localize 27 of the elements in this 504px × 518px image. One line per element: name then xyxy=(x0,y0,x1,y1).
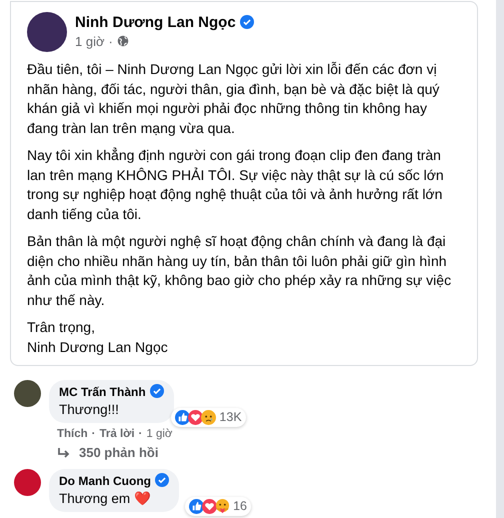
comment-text: Thương!!! xyxy=(59,401,120,418)
separator-dot: · xyxy=(108,34,113,49)
signoff-line: Trân trọng, xyxy=(27,318,96,337)
commenter-name-link[interactable]: Do Manh Cuong xyxy=(59,474,151,488)
post-paragraph: Đầu tiên, tôi – Ninh Dương Lan Ngọc gửi lời xin lỗi đến các đơn vị nhãn hàng, đối tác, người thân, gia đình, bạn bè và đặc biệt là quý khán giả vì khiến mọi người phải đọc những thông tin không hay đang tràn lan trên mạng vừa qua. xyxy=(27,60,440,138)
reaction-summary[interactable]: 16 xyxy=(185,497,251,516)
view-replies-link[interactable]: 350 phản hồi xyxy=(79,445,158,461)
reply-arrow-icon xyxy=(57,447,71,459)
reaction-count: 16 xyxy=(233,498,247,515)
profile-photo-placeholder[interactable] xyxy=(27,12,67,52)
separator-dot: · xyxy=(138,428,142,440)
comment-action-link[interactable]: Trả lời xyxy=(100,428,135,440)
comment-text: Thương em ❤ xyxy=(59,490,152,507)
reaction-summary[interactable]: 13K xyxy=(171,408,246,427)
globe-icon xyxy=(116,34,129,47)
avatar-placeholder[interactable] xyxy=(14,380,41,407)
separator-dot: · xyxy=(92,428,96,440)
post-paragraph: Nay tôi xin khẳng định người con gái trong đoạn clip đen đang tràn lan trên mạng KHÔNG PHẢI TÔI. Sự việc này thật sự là cú sốc lớn trong sự nghiệp hoạt động nghệ thuật của tôi và ảnh hưởng rất lớn danh tiếng của tôi. xyxy=(27,146,445,224)
signoff-line: Ninh Dương Lan Ngọc xyxy=(27,338,169,357)
post-paragraph: Bản thân là một người nghệ sĩ hoạt động chân chính và đang là đại diện cho nhiều nhãn hàng uy tín, bản thân tôi luôn phải giữ gìn hình ảnh của mình thật kỹ, không bao giờ cho phép xảy ra những sự việc như thế này. xyxy=(27,232,452,310)
commenter-name-link[interactable]: MC Trấn Thành xyxy=(59,385,146,399)
reaction-count: 13K xyxy=(219,409,242,426)
post-time-link[interactable]: 1 giờ xyxy=(75,34,104,49)
avatar-placeholder[interactable] xyxy=(14,469,41,496)
author-name-link[interactable]: Ninh Dương Lan Ngọc xyxy=(75,14,236,31)
comment-action-link[interactable]: Thích xyxy=(57,428,88,440)
comment-time: 1 giờ xyxy=(146,428,172,440)
